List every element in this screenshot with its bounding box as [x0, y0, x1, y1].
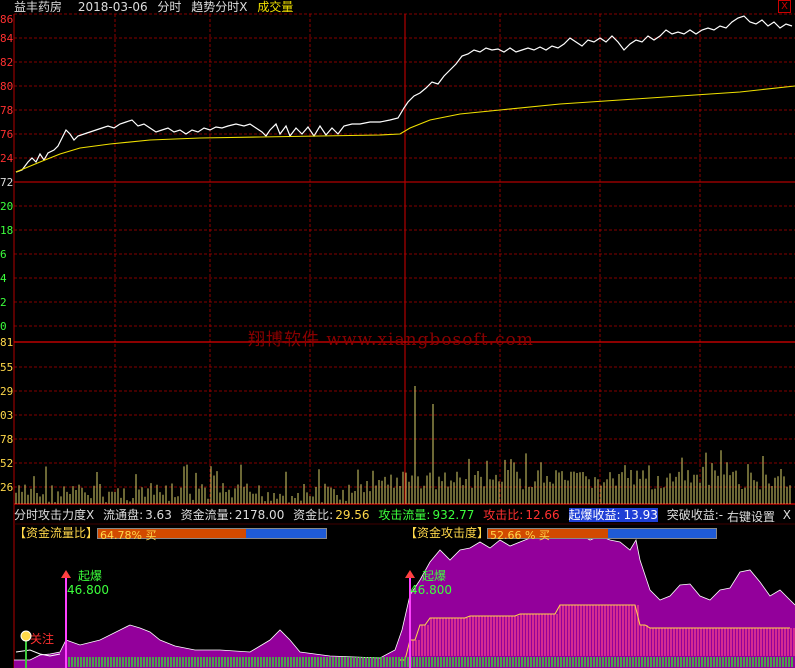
price-axis-label: 78: [0, 104, 14, 117]
price-axis-label: 2: [0, 296, 7, 309]
attack-ratio-value: 12.66: [525, 508, 560, 522]
chart-header: 益丰药房 2018-03-06 分时 趋势分时X 成交量: [0, 0, 299, 14]
volume-axis-label: 78: [0, 433, 14, 446]
fund-flow-value: 2178.00: [234, 508, 285, 522]
volume-axis-label: 55: [0, 361, 14, 374]
fund-attack-text: 52.66 % 买: [490, 529, 550, 542]
fund-flow-area: [14, 530, 795, 668]
price-line: [15, 15, 793, 173]
volume-axis-label: 29: [0, 385, 14, 398]
attack-flow-label: 攻击流量:: [378, 508, 431, 522]
surge-arrow-icon: [61, 570, 71, 578]
price-axis-label: 24: [0, 152, 14, 165]
price-axis-label: 0: [0, 320, 7, 333]
surge-value: 13.93: [620, 508, 658, 522]
breakout-label: 突破收益:: [666, 508, 719, 522]
price-axis-label: 80: [0, 80, 14, 93]
attack-flow-value: 932.77: [432, 508, 475, 522]
surge-label: 起爆收益:: [568, 508, 621, 522]
volume-axis-label: 81: [0, 336, 14, 349]
fund-flow-label: 资金流量:: [180, 508, 233, 522]
fund-ratio-value: 29.56: [335, 508, 370, 522]
indicator-title[interactable]: 分时攻击力度X: [14, 508, 94, 522]
right-click-settings[interactable]: 右键设置: [727, 508, 775, 525]
price-axis-label: 86: [0, 13, 14, 26]
volume-axis-label: 52: [0, 457, 14, 470]
indicator-info-bar: 分时攻击力度X 流通盘: 3.63 资金流量: 2178.00 资金比: 29.56 …: [14, 508, 728, 522]
surge-signal-label-1: 起爆: [78, 569, 103, 583]
surge-arrow-icon: [405, 570, 415, 578]
stock-name: 益丰药房: [14, 0, 63, 14]
fund-attack-rest: [608, 529, 716, 538]
chart-mode: 分时: [157, 0, 182, 14]
surge-signal-value-1: 46.800: [67, 583, 109, 597]
fund-flow-ratio-title: 【资金流量比】: [14, 526, 99, 540]
surge-signal-label-2: 起爆: [422, 569, 447, 583]
price-axis-label: 84: [0, 32, 14, 45]
fund-attack-title: 【资金攻击度】: [405, 526, 490, 540]
price-axis-label: 72: [0, 176, 14, 189]
price-axis-label: 82: [0, 56, 14, 69]
fund-flow-ratio-rest: [245, 529, 326, 538]
fund-flow-ratio-text: 64.78% 买: [100, 529, 157, 542]
price-axis-label: 20: [0, 200, 14, 213]
surge-signal-value-2: 46.800: [410, 583, 452, 597]
fund-attack-gauge: 52.66 % 买: [487, 528, 717, 542]
price-axis-label: 76: [0, 128, 14, 141]
float-label: 流通盘:: [103, 508, 144, 522]
volume-label: 成交量: [257, 0, 294, 14]
chart-date: 2018-03-06: [77, 0, 148, 14]
price-axis-label: 6: [0, 248, 7, 261]
fund-ratio-label: 资金比:: [293, 508, 334, 522]
price-axis-label: 4: [0, 272, 7, 285]
volume-axis-label: 03: [0, 409, 14, 422]
close-icon[interactable]: X: [778, 0, 791, 13]
attack-ratio-label: 攻击比:: [483, 508, 524, 522]
price-axis-label: 18: [0, 224, 14, 237]
breakout-value: -: [718, 508, 724, 522]
indicator-close-icon[interactable]: X: [783, 508, 791, 522]
float-value: 3.63: [145, 508, 172, 522]
volume-axis-label: 26: [0, 481, 14, 494]
indicator-name[interactable]: 趋势分时X: [191, 0, 247, 14]
follow-label: 关注: [30, 632, 55, 646]
fund-flow-ratio-gauge: 64.78% 买: [97, 528, 327, 542]
watermark: 翔博软件 www.xiangbosoft.com: [248, 330, 534, 350]
